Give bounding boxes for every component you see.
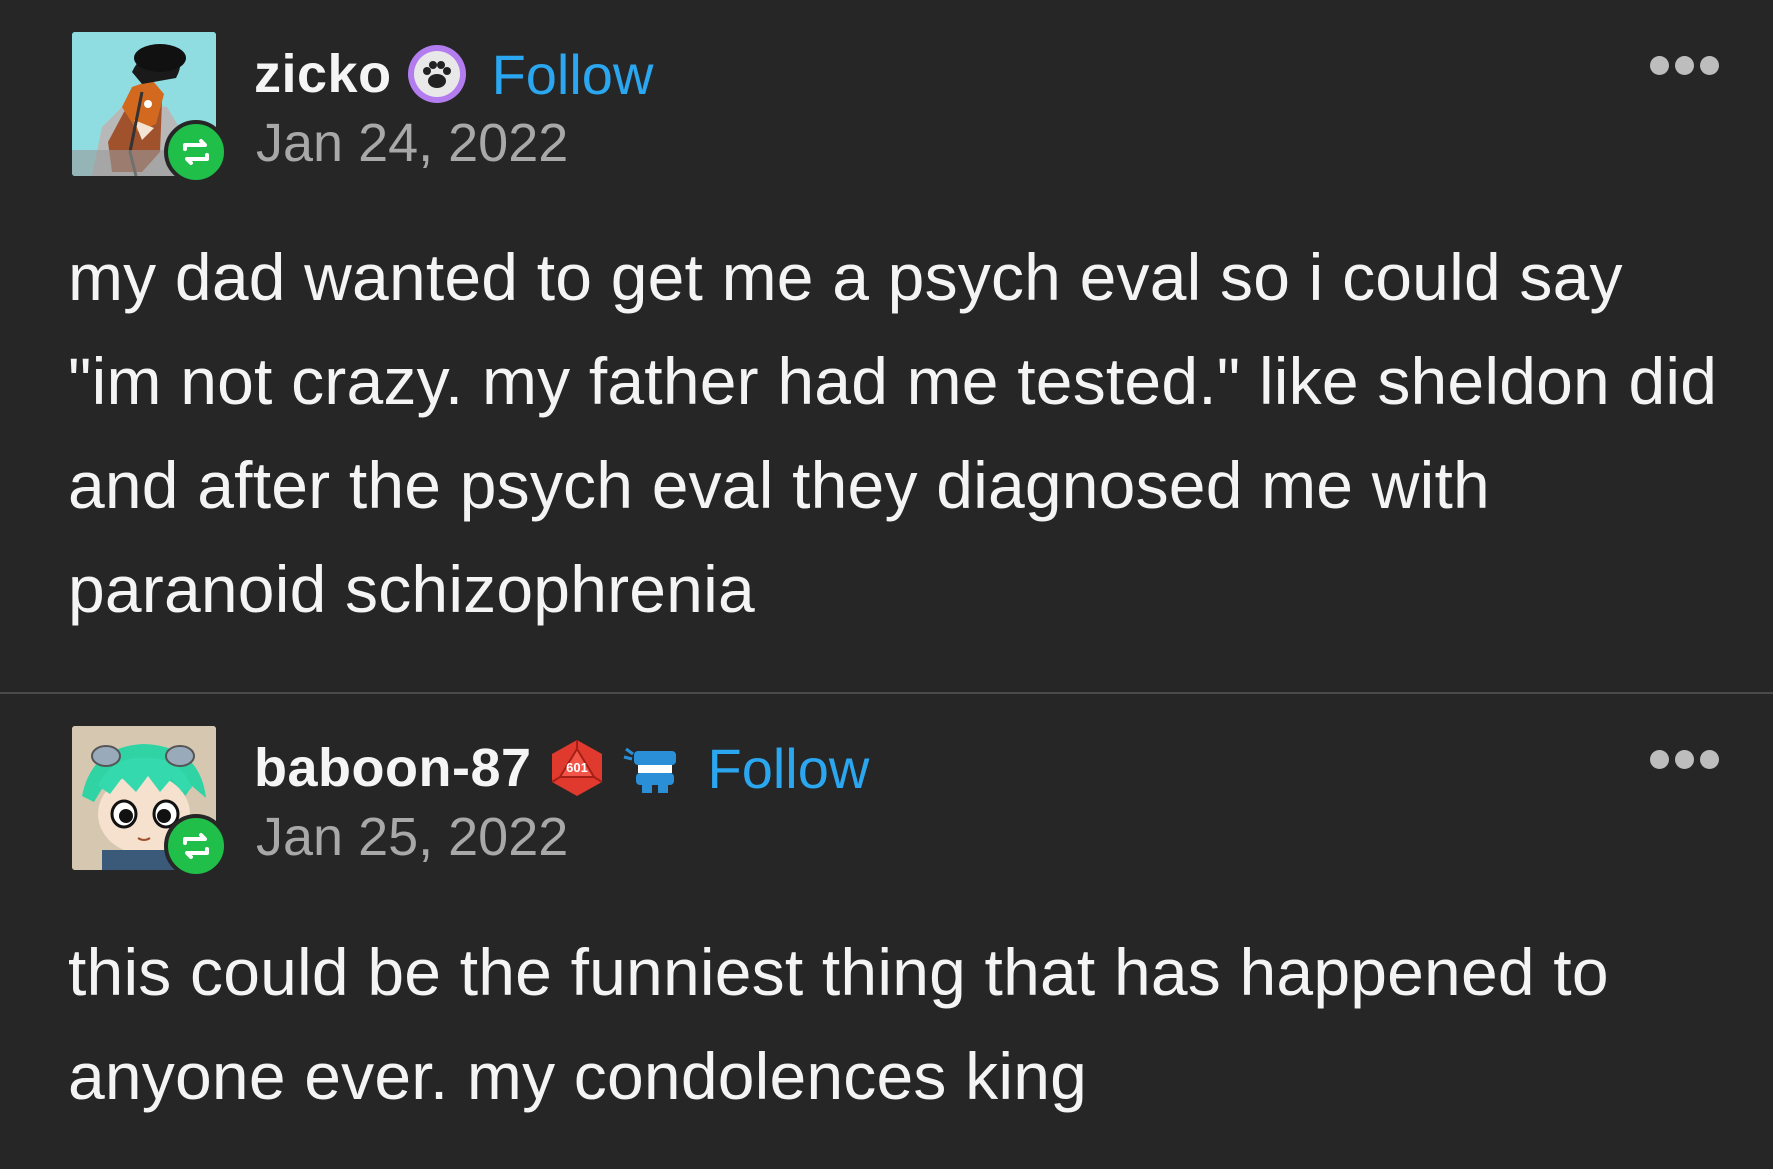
follow-button[interactable]: Follow (708, 736, 870, 801)
d20-badge-icon[interactable]: 601 (546, 737, 608, 799)
svg-text:601: 601 (566, 760, 588, 775)
post: zicko Follow Jan 24, 2022 my dad wanted … (0, 0, 1773, 692)
post-header: baboon-87 601 Follow (254, 732, 869, 804)
post: baboon-87 601 Follow Jan 25, 2022 this c… (0, 694, 1773, 1169)
username-link[interactable]: baboon-87 (254, 737, 532, 799)
post-body: my dad wanted to get me a psych eval so … (68, 240, 1718, 626)
paw-badge-icon[interactable] (406, 43, 468, 105)
more-options-icon[interactable] (1650, 56, 1719, 75)
chattering-teeth-badge-icon[interactable] (622, 737, 684, 799)
post-header: zicko Follow (254, 38, 653, 110)
user-avatar[interactable] (72, 32, 228, 184)
more-options-icon[interactable] (1650, 750, 1719, 769)
reblog-icon (164, 814, 228, 878)
follow-button[interactable]: Follow (492, 42, 654, 107)
post-date[interactable]: Jan 24, 2022 (256, 112, 568, 174)
reblog-icon (164, 120, 228, 184)
post-date[interactable]: Jan 25, 2022 (256, 806, 568, 868)
username-link[interactable]: zicko (254, 43, 392, 105)
user-avatar[interactable] (72, 726, 228, 878)
post-body: this could be the funniest thing that ha… (68, 935, 1609, 1113)
